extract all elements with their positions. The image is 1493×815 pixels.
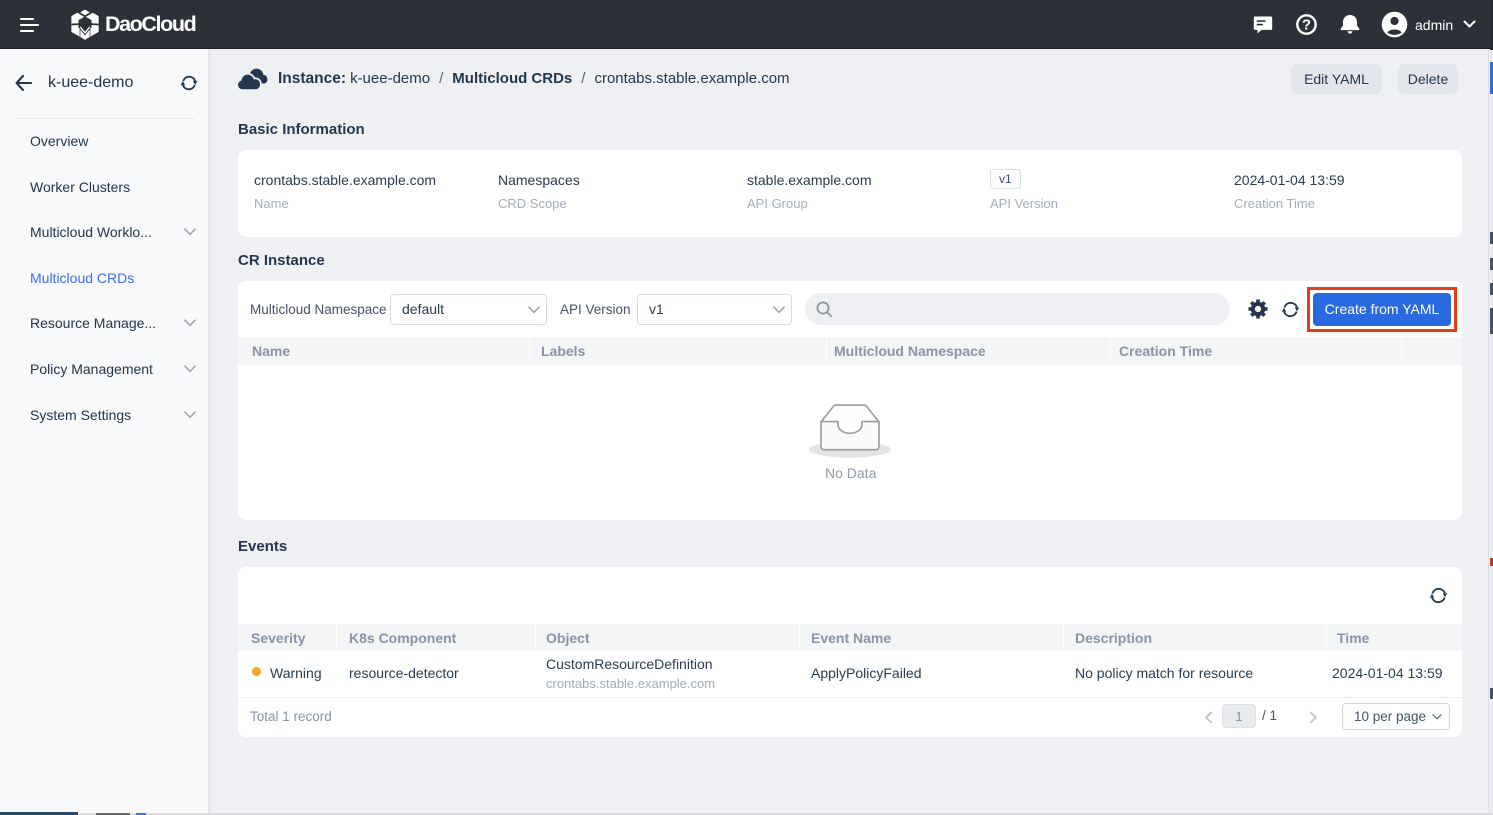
svg-text:?: ? bbox=[1302, 17, 1311, 34]
